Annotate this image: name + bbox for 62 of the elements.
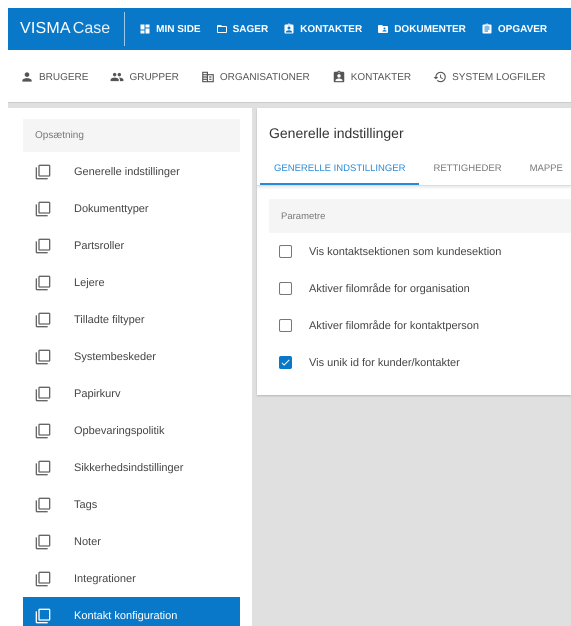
tab[interactable]: MAPPE <box>516 155 571 185</box>
copy-icon <box>35 312 51 328</box>
check-icon <box>280 357 291 368</box>
copy-icon <box>35 386 51 402</box>
person-icon <box>20 70 34 84</box>
dashboard-icon <box>139 23 152 35</box>
clipboard-icon <box>480 23 493 35</box>
option-label: Aktiver filområde for kontaktperson <box>309 320 479 332</box>
option-label: Vis kontaktsektionen som kundesektion <box>309 246 502 258</box>
sidebar-item[interactable]: Noter <box>23 523 240 560</box>
history-icon <box>433 70 448 84</box>
building-icon <box>200 70 215 84</box>
contact-card-icon <box>332 70 346 84</box>
nav-link[interactable]: KONTAKTER <box>332 70 412 84</box>
sidebar-item[interactable]: Papirkurv <box>23 375 240 412</box>
sidebar-item[interactable]: Generelle indstillinger <box>23 153 240 190</box>
copy-icon <box>35 460 51 476</box>
contact-card-icon <box>283 23 296 35</box>
copy-icon <box>35 200 51 216</box>
tab[interactable]: GENERELLE INDSTILLINGER <box>260 155 420 185</box>
sidebar-item[interactable]: Kontakt konfiguration <box>23 597 240 626</box>
sidebar-item[interactable]: Lejere <box>23 264 240 301</box>
sidebar-item[interactable]: Tilladte filtyper <box>23 301 240 338</box>
nav-link[interactable]: SAGER <box>212 23 280 35</box>
copy-icon <box>35 534 51 550</box>
sidebar-item[interactable]: Systembeskeder <box>23 338 240 375</box>
checkbox[interactable] <box>279 319 292 332</box>
nav-link[interactable]: KONTAKTER <box>279 23 374 35</box>
folder-icon <box>216 23 228 35</box>
section-header: Parametre <box>269 199 571 233</box>
nav-link[interactable]: MIN SIDE <box>135 23 212 35</box>
sidebar-header: Opsætning <box>23 119 240 152</box>
copy-icon <box>35 164 51 180</box>
copy-icon <box>35 348 51 364</box>
copy-icon <box>35 608 51 624</box>
option-label: Aktiver filområde for organisation <box>309 282 470 294</box>
copy-icon <box>35 496 51 512</box>
option-label: Vis unik id for kunder/kontakter <box>309 356 460 368</box>
nav-link[interactable]: ORGANISATIONER <box>200 70 310 84</box>
sidebar-item[interactable]: Sikkerhedsindstillinger <box>23 449 240 486</box>
checkbox[interactable] <box>279 245 292 258</box>
sidebar-item[interactable]: Dokumenttyper <box>23 190 240 227</box>
copy-icon <box>35 274 51 290</box>
sidebar-item[interactable]: Integrationer <box>23 560 240 597</box>
nav-link[interactable]: GRUPPER <box>110 70 179 84</box>
copy-icon <box>35 570 51 586</box>
nav-link[interactable]: OPGAVER <box>476 23 558 35</box>
copy-icon <box>35 422 51 438</box>
sidebar-item[interactable]: Opbevaringspolitik <box>23 412 240 449</box>
sidebar-item[interactable]: Tags <box>23 486 240 523</box>
nav-link[interactable]: DOKUMENTER <box>373 23 477 35</box>
checkbox[interactable] <box>279 282 292 295</box>
nav-link[interactable]: BRUGERE <box>20 70 88 84</box>
nav-link[interactable]: SYSTEM LOGFILER <box>433 70 546 84</box>
logo: VISMACase <box>8 12 126 46</box>
tab[interactable]: RETTIGHEDER <box>419 155 516 185</box>
copy-icon <box>35 238 51 254</box>
folder-icon <box>377 23 390 35</box>
people-icon <box>110 70 124 84</box>
checkbox[interactable] <box>279 356 292 369</box>
panel-title: Generelle indstillinger <box>268 124 405 143</box>
sidebar-item[interactable]: Partsroller <box>23 227 240 264</box>
